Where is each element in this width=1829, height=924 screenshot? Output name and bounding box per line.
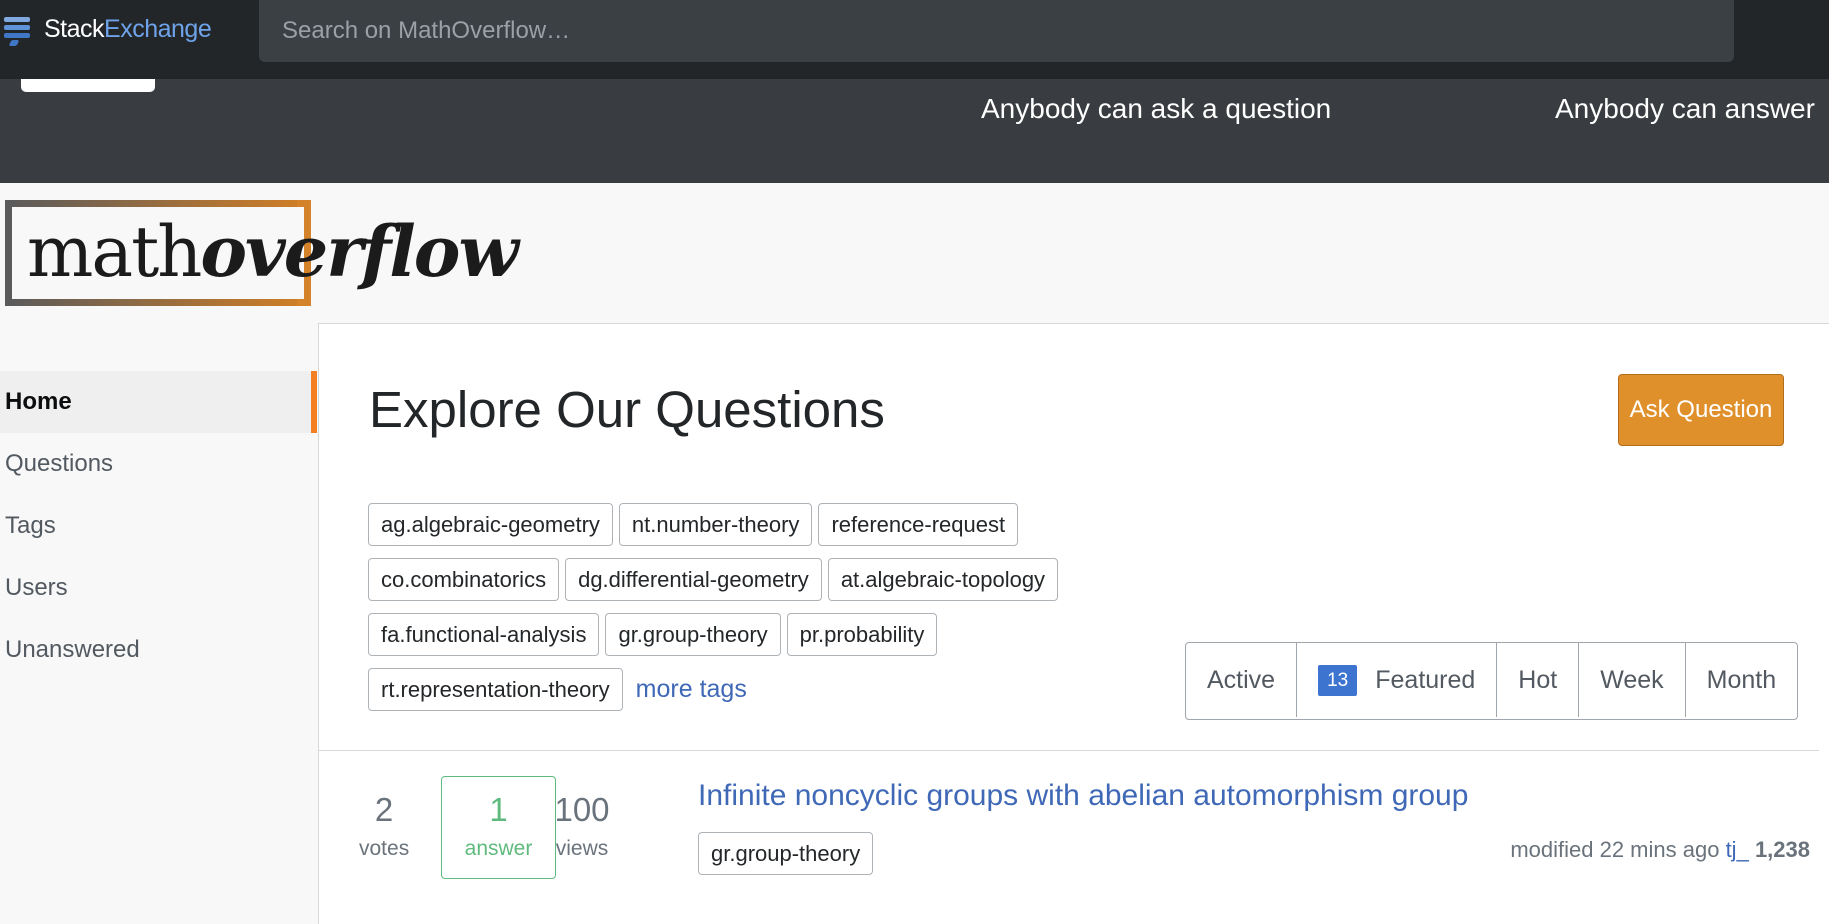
answer-count: 1 answer <box>441 776 556 879</box>
tag-at-algebraic-topology[interactable]: at.algebraic-topology <box>827 558 1059 601</box>
ask-question-button[interactable]: Ask Question <box>1618 374 1784 446</box>
filter-week-label: Week <box>1600 666 1664 694</box>
question-filter-tabs: Active 13 Featured Hot Week Month <box>1185 642 1799 720</box>
filter-month-label: Month <box>1706 666 1777 694</box>
logo-text: mathoverflow <box>27 210 519 293</box>
sidebar-item-unanswered[interactable]: Unanswered <box>0 619 317 681</box>
mathoverflow-logo[interactable]: mathoverflow <box>5 200 525 306</box>
stackexchange-logo[interactable]: Stack Exchange <box>4 12 212 46</box>
tag-gr-group-theory[interactable]: gr.group-theory <box>605 613 781 656</box>
more-tags-link[interactable]: more tags <box>636 675 747 704</box>
modified-time: modified 22 mins ago <box>1510 837 1720 862</box>
logo-text-overflow: overflow <box>200 210 518 293</box>
tag-nt-number-theory[interactable]: nt.number-theory <box>618 503 813 546</box>
popular-tags: ag.algebraic-geometry nt.number-theory r… <box>368 502 1148 722</box>
question-tag-gr-group-theory[interactable]: gr.group-theory <box>698 832 874 875</box>
tag-ag-algebraic-geometry[interactable]: ag.algebraic-geometry <box>368 503 613 546</box>
vote-count-label: votes <box>359 837 410 860</box>
banner-text-answer: Anybody can answer <box>1555 93 1815 124</box>
filter-active[interactable]: Active <box>1186 643 1298 717</box>
page-title: Explore Our Questions <box>369 381 885 438</box>
divider <box>319 750 1819 751</box>
tag-reference-request[interactable]: reference-request <box>818 503 1019 546</box>
answer-count-number: 1 <box>489 791 508 828</box>
sidebar-item-questions[interactable]: Questions <box>0 433 317 495</box>
filter-week[interactable]: Week <box>1579 643 1686 717</box>
tag-rt-representation-theory[interactable]: rt.representation-theory <box>368 668 623 711</box>
view-count-number: 100 <box>554 791 610 828</box>
top-bar: Stack Exchange <box>0 0 1829 79</box>
filter-month[interactable]: Month <box>1686 643 1797 717</box>
tag-dg-differential-geometry[interactable]: dg.differential-geometry <box>565 558 822 601</box>
tag-co-combinatorics[interactable]: co.combinatorics <box>368 558 560 601</box>
user-reputation: 1,238 <box>1754 837 1810 862</box>
left-sidebar: Home Questions Tags Users Unanswered <box>0 371 317 681</box>
banner-button[interactable] <box>21 79 155 92</box>
answer-count-label: answer <box>464 837 533 860</box>
filter-featured-label: Featured <box>1375 666 1476 694</box>
search-box[interactable] <box>259 0 1734 62</box>
filter-featured[interactable]: 13 Featured <box>1297 643 1498 717</box>
stackexchange-icon <box>4 15 30 46</box>
sidebar-item-tags[interactable]: Tags <box>0 495 317 557</box>
user-link[interactable]: tj_ <box>1726 837 1749 862</box>
view-count-label: views <box>555 837 609 860</box>
vote-count: 2 votes <box>359 788 409 866</box>
tag-fa-functional-analysis[interactable]: fa.functional-analysis <box>368 613 600 656</box>
brand-stack: Stack <box>44 14 105 43</box>
tag-pr-probability[interactable]: pr.probability <box>786 613 938 656</box>
sidebar-item-home[interactable]: Home <box>0 371 317 433</box>
brand-exchange: Exchange <box>104 14 212 43</box>
question-meta: modified 22 mins ago tj_ 1,238 <box>1510 837 1810 863</box>
main-content: Explore Our Questions Ask Question ag.al… <box>318 323 1829 924</box>
hero-banner: Anybody can ask a question Anybody can a… <box>0 79 1829 183</box>
vote-count-number: 2 <box>374 791 394 828</box>
filter-hot[interactable]: Hot <box>1497 643 1580 717</box>
banner-text-ask: Anybody can ask a question <box>981 93 1332 124</box>
featured-count-badge: 13 <box>1318 664 1358 696</box>
question-title-link[interactable]: Infinite noncyclic groups with abelian a… <box>698 779 1468 813</box>
view-count: 100 views <box>552 788 612 866</box>
filter-active-label: Active <box>1207 666 1276 694</box>
search-input[interactable] <box>280 16 1734 46</box>
filter-hot-label: Hot <box>1518 666 1558 694</box>
logo-text-math: math <box>27 211 202 293</box>
sidebar-item-users[interactable]: Users <box>0 557 317 619</box>
